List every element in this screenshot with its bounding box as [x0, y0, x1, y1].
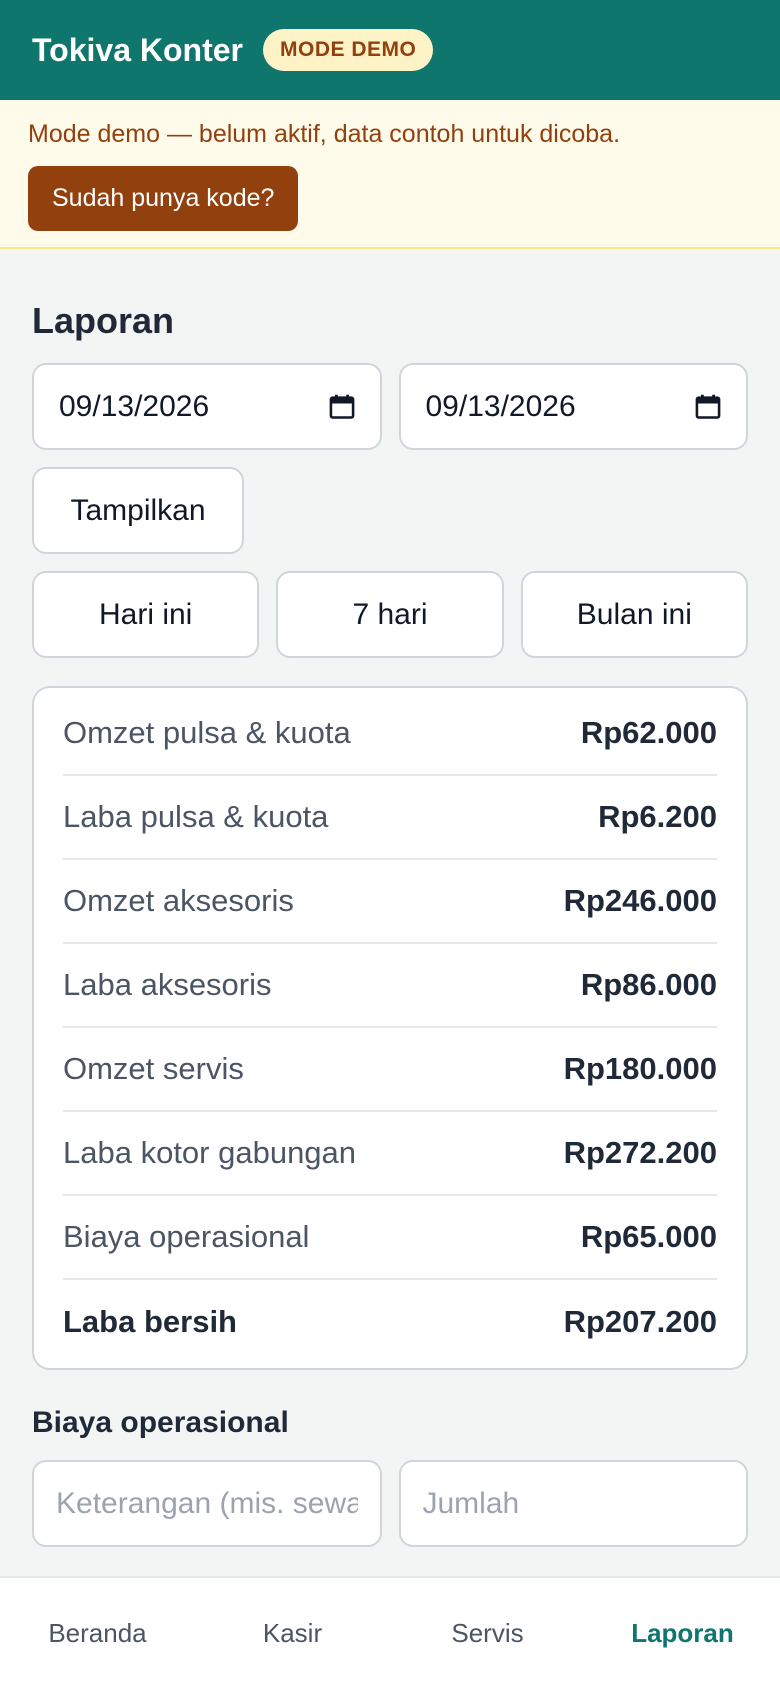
range-this-month-button[interactable]: Bulan ini — [520, 571, 748, 658]
have-code-button[interactable]: Sudah punya kode? — [28, 166, 299, 231]
summary-label: Laba aksesoris — [63, 967, 272, 1002]
summary-label: Omzet aksesoris — [63, 883, 294, 918]
app-header: Tokiva Konter MODE DEMO — [0, 0, 780, 100]
summary-value: Rp65.000 — [580, 1219, 717, 1254]
summary-label: Laba pulsa & kuota — [63, 799, 329, 834]
nav-item-home[interactable]: Beranda — [0, 1578, 195, 1688]
summary-row: Laba aksesoris Rp86.000 — [63, 944, 717, 1028]
summary-row: Laba kotor gabungan Rp272.200 — [63, 1112, 717, 1196]
summary-row: Omzet aksesoris Rp246.000 — [63, 860, 717, 944]
app-root: Tokiva Konter MODE DEMO Mode demo — belu… — [0, 0, 780, 1688]
expense-form-row — [32, 1460, 748, 1547]
demo-banner-text: Mode demo — belum aktif, data contoh unt… — [28, 120, 621, 148]
summary-label: Laba kotor gabungan — [63, 1135, 357, 1170]
summary-value: Rp62.000 — [580, 715, 717, 750]
calendar-icon[interactable] — [694, 393, 722, 421]
summary-value: Rp180.000 — [563, 1051, 717, 1086]
date-from-input[interactable]: 09/13/2026 — [32, 363, 382, 450]
app-title: Tokiva Konter — [32, 31, 243, 68]
expense-amount-input[interactable] — [398, 1460, 748, 1547]
report-summary-card: Omzet pulsa & kuota Rp62.000 Laba pulsa … — [32, 686, 748, 1370]
calendar-icon[interactable] — [328, 393, 356, 421]
expense-section-title: Biaya operasional — [32, 1406, 289, 1439]
date-to-input[interactable]: 09/13/2026 — [398, 363, 748, 450]
date-from-value: 09/13/2026 — [59, 389, 210, 423]
summary-label: Laba bersih — [63, 1304, 237, 1339]
summary-value: Rp272.200 — [563, 1135, 717, 1170]
summary-row-net-profit: Laba bersih Rp207.200 — [63, 1280, 717, 1364]
summary-value: Rp246.000 — [563, 883, 717, 918]
date-range-row: 09/13/2026 09/13/2026 — [32, 363, 748, 450]
summary-row: Omzet servis Rp180.000 — [63, 1028, 717, 1112]
range-today-button[interactable]: Hari ini — [32, 571, 260, 658]
summary-row: Omzet pulsa & kuota Rp62.000 — [63, 692, 717, 776]
demo-banner: Mode demo — belum aktif, data contoh unt… — [0, 100, 780, 249]
summary-value: Rp207.200 — [563, 1304, 717, 1339]
nav-item-service[interactable]: Servis — [390, 1578, 585, 1688]
nav-item-report[interactable]: Laporan — [585, 1578, 780, 1688]
page-title: Laporan — [32, 300, 175, 341]
summary-row: Laba pulsa & kuota Rp6.200 — [63, 776, 717, 860]
expense-description-input[interactable] — [32, 1460, 382, 1547]
summary-label: Biaya operasional — [63, 1219, 310, 1254]
summary-value: Rp86.000 — [580, 967, 717, 1002]
summary-row: Biaya operasional Rp65.000 — [63, 1196, 717, 1280]
quick-range-row: Hari ini 7 hari Bulan ini — [32, 571, 748, 658]
summary-label: Omzet pulsa & kuota — [63, 715, 351, 750]
summary-value: Rp6.200 — [598, 799, 717, 834]
nav-item-cashier[interactable]: Kasir — [195, 1578, 390, 1688]
range-7-days-button[interactable]: 7 hari — [276, 571, 504, 658]
date-to-value: 09/13/2026 — [425, 389, 576, 423]
bottom-nav: Beranda Kasir Servis Laporan — [0, 1576, 780, 1688]
show-report-button[interactable]: Tampilkan — [32, 467, 244, 554]
demo-mode-badge: MODE DEMO — [263, 29, 434, 71]
report-page: Laporan 09/13/2026 09/13/2026 Tampilkan … — [0, 299, 780, 1547]
summary-label: Omzet servis — [63, 1051, 244, 1086]
